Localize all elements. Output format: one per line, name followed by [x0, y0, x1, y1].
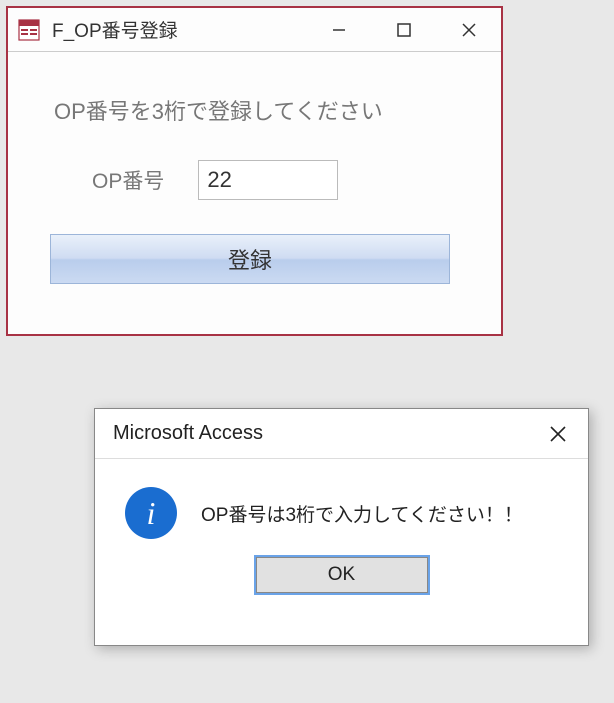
- minimize-button[interactable]: [306, 8, 371, 51]
- dialog-close-button[interactable]: [528, 409, 588, 458]
- close-button[interactable]: [436, 8, 501, 51]
- register-button[interactable]: 登録: [50, 234, 450, 284]
- ok-button[interactable]: OK: [256, 557, 428, 593]
- window-controls: [306, 8, 501, 51]
- op-number-row: OP番号: [92, 160, 477, 200]
- dialog-title: Microsoft Access: [113, 422, 528, 445]
- form-body: OP番号を3桁で登録してください OP番号 登録: [8, 52, 501, 304]
- form-titlebar: F_OP番号登録: [8, 8, 501, 52]
- info-icon: i: [125, 487, 177, 539]
- form-instruction: OP番号を3桁で登録してください: [54, 94, 477, 126]
- op-register-form-window: F_OP番号登録 OP番号を3桁で登録してください OP番号 登録: [6, 6, 503, 336]
- message-dialog: Microsoft Access i OP番号は3桁で入力してください！！ OK: [94, 408, 589, 646]
- maximize-button[interactable]: [371, 8, 436, 51]
- op-number-label: OP番号: [92, 165, 164, 195]
- dialog-body: i OP番号は3桁で入力してください！！: [95, 459, 588, 557]
- op-number-input[interactable]: [198, 160, 338, 200]
- dialog-titlebar: Microsoft Access: [95, 409, 588, 459]
- dialog-footer: OK: [95, 557, 588, 613]
- access-form-icon: [18, 19, 40, 41]
- form-title: F_OP番号登録: [52, 16, 306, 43]
- dialog-message: OP番号は3桁で入力してください！！: [201, 500, 523, 527]
